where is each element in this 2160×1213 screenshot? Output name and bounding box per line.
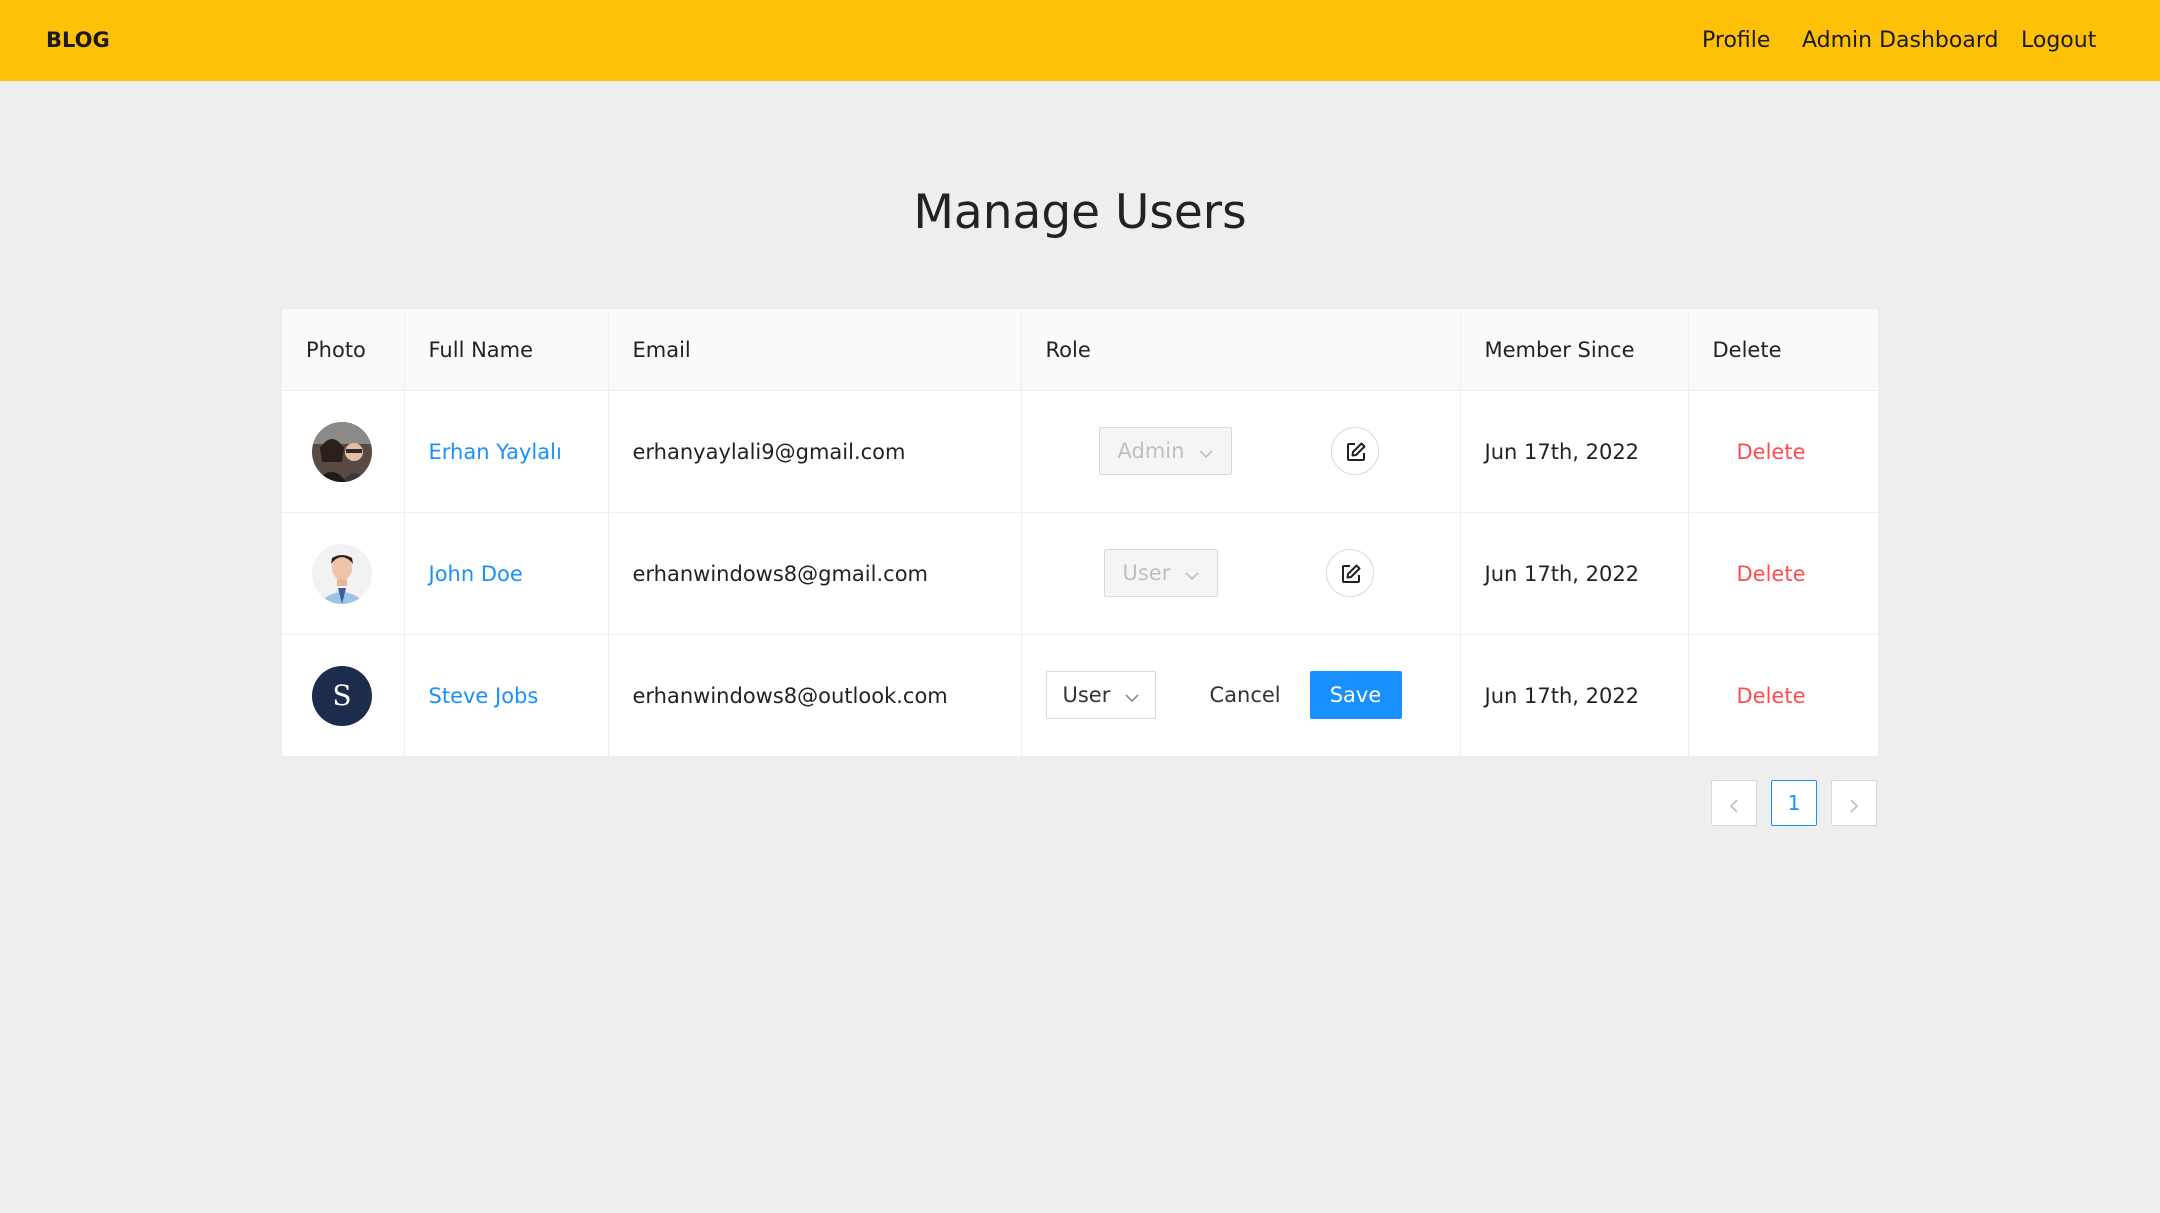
column-header-email: Email xyxy=(608,309,1022,391)
edit-icon xyxy=(1341,564,1360,583)
role-cell: Admin xyxy=(1021,390,1461,513)
previous-page-button[interactable] xyxy=(1711,780,1757,826)
member-since-cell: Jun 17th, 2022 xyxy=(1460,634,1689,756)
role-cell: User xyxy=(1021,512,1461,635)
delete-user-link[interactable]: Delete xyxy=(1737,684,1806,708)
column-header-full-name: Full Name xyxy=(404,309,609,391)
avatar: S xyxy=(312,665,372,726)
column-header-member-since: Member Since xyxy=(1460,309,1689,391)
cancel-button[interactable]: Cancel xyxy=(1210,671,1281,719)
photo-cell xyxy=(282,512,405,635)
delete-cell: Delete xyxy=(1688,512,1878,635)
role-select[interactable]: User xyxy=(1045,671,1157,719)
user-name-link[interactable]: John Doe xyxy=(429,562,523,586)
role-select-value: Admin xyxy=(1117,439,1185,463)
role-select-disabled: Admin xyxy=(1098,427,1233,475)
chevron-down-icon xyxy=(1185,551,1199,597)
full-name-cell: John Doe xyxy=(404,512,609,635)
photo-cell xyxy=(282,390,405,513)
edit-role-button[interactable] xyxy=(1330,427,1379,475)
avatar xyxy=(312,543,372,604)
chevron-left-icon xyxy=(1729,799,1738,813)
edit-icon xyxy=(1346,442,1365,461)
member-since-cell: Jun 17th, 2022 xyxy=(1460,390,1689,513)
table-row: Erhan Yaylalı erhanyaylali9@gmail.com Ad… xyxy=(282,390,1878,513)
role-select-value: User xyxy=(1122,561,1171,585)
nav-link-logout[interactable]: Logout xyxy=(2021,0,2096,81)
table-row: S Steve Jobs erhanwindows8@outlook.com U… xyxy=(282,634,1878,757)
table-row: John Doe erhanwindows8@gmail.com User Ju… xyxy=(282,512,1878,635)
next-page-button[interactable] xyxy=(1831,780,1877,826)
chevron-right-icon xyxy=(1850,799,1859,813)
nav-link-admin-dashboard[interactable]: Admin Dashboard xyxy=(1802,0,1998,81)
user-name-link[interactable]: Steve Jobs xyxy=(429,684,539,708)
column-header-photo: Photo xyxy=(282,309,405,391)
delete-cell: Delete xyxy=(1688,390,1878,513)
avatar xyxy=(312,421,372,482)
member-since-cell: Jun 17th, 2022 xyxy=(1460,512,1689,635)
role-cell: User Cancel Save xyxy=(1021,634,1461,756)
full-name-cell: Steve Jobs xyxy=(404,634,609,756)
brand-logo[interactable]: BLOG xyxy=(46,0,110,81)
save-button[interactable]: Save xyxy=(1309,671,1402,719)
users-table: Photo Full Name Email Role Member Since … xyxy=(282,309,1878,756)
nav-link-profile[interactable]: Profile xyxy=(1702,0,1770,81)
column-header-delete: Delete xyxy=(1688,309,1878,391)
user-name-link[interactable]: Erhan Yaylalı xyxy=(429,440,562,464)
email-cell: erhanwindows8@outlook.com xyxy=(608,634,1022,756)
delete-cell: Delete xyxy=(1688,635,1878,757)
column-header-role: Role xyxy=(1021,309,1461,391)
top-navbar: BLOG Profile Admin Dashboard Logout xyxy=(0,0,2160,81)
email-cell: erhanyaylali9@gmail.com xyxy=(608,390,1022,513)
page-title: Manage Users xyxy=(913,185,1247,240)
edit-role-button[interactable] xyxy=(1325,549,1374,597)
photo-cell: S xyxy=(282,634,405,756)
table-header-row: Photo Full Name Email Role Member Since … xyxy=(282,309,1878,391)
role-select-disabled: User xyxy=(1103,549,1219,597)
email-cell: erhanwindows8@gmail.com xyxy=(608,512,1022,635)
full-name-cell: Erhan Yaylalı xyxy=(404,390,609,513)
page-1-button[interactable]: 1 xyxy=(1771,780,1817,826)
delete-user-link[interactable]: Delete xyxy=(1737,440,1806,464)
role-select-value: User xyxy=(1062,683,1111,707)
chevron-down-icon xyxy=(1199,429,1213,475)
chevron-down-icon xyxy=(1125,673,1139,719)
delete-user-link[interactable]: Delete xyxy=(1737,562,1806,586)
